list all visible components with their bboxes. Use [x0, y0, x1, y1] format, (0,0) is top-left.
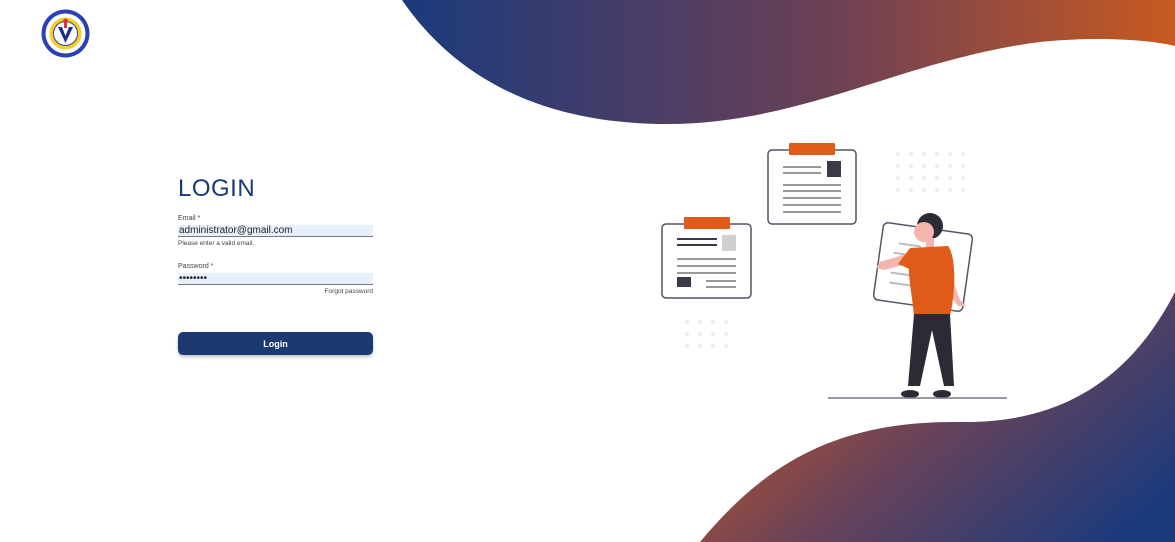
- document-card-lower: [661, 217, 752, 299]
- password-label: Password *: [178, 263, 214, 270]
- password-field-group: Password * •••••••• Forgot password: [178, 262, 373, 296]
- password-input[interactable]: ••••••••: [178, 273, 373, 285]
- login-page: LOGIN Email * Please enter a valid email…: [0, 0, 1175, 542]
- background-art: [402, 0, 1175, 542]
- login-title: LOGIN: [178, 175, 256, 202]
- forgot-password-link[interactable]: Forgot password: [178, 288, 373, 296]
- email-field-group: Email * Please enter a valid email.: [178, 214, 373, 248]
- dot-grid-top: [895, 151, 966, 193]
- dot-grid-bottom: [684, 319, 729, 349]
- top-wave-shape: [402, 0, 1175, 125]
- person-with-documents-illustration: [661, 143, 1007, 399]
- login-form: LOGIN Email * Please enter a valid email…: [178, 174, 373, 355]
- login-button[interactable]: Login: [178, 332, 373, 355]
- university-seal-logo[interactable]: [40, 9, 91, 58]
- email-label: Email *: [178, 215, 201, 222]
- email-input[interactable]: [178, 225, 373, 237]
- email-hint: Please enter a valid email.: [178, 240, 255, 247]
- document-card-upper: [767, 143, 857, 225]
